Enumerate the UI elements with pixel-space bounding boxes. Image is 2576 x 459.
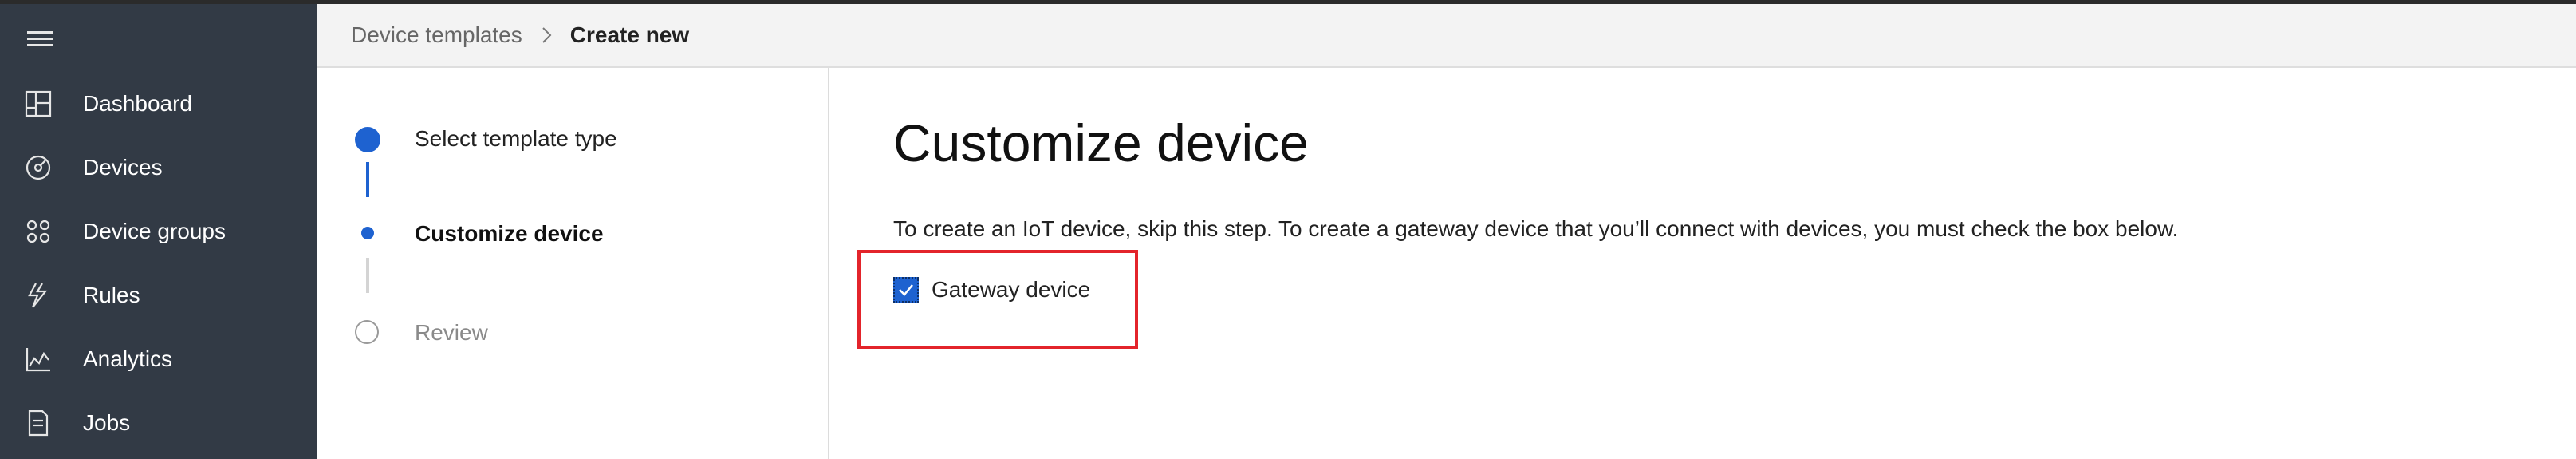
gateway-device-label[interactable]: Gateway device [932,277,1090,303]
step-connector [366,162,369,197]
jobs-icon [24,409,53,437]
step-description: To create an IoT device, skip this step.… [893,216,2179,241]
analytics-icon [24,345,53,374]
breadcrumb-device-templates-link[interactable]: Device templates [351,22,522,48]
sidebar-item-label: Rules [83,283,140,307]
hamburger-menu-icon[interactable] [27,28,53,49]
sidebar-item-label: Dashboard [83,91,192,116]
step-current-icon [361,227,374,239]
page-title: Customize device [893,113,1309,172]
devices-icon [24,153,53,182]
sidebar-item-dashboard[interactable]: Dashboard [0,76,317,132]
breadcrumb: Device templates Create new [317,4,2576,68]
step-select-template-type[interactable]: Select template type [415,126,617,152]
sidebar-item-rules[interactable]: Rules [0,267,317,323]
breadcrumb-current: Create new [569,22,690,47]
sidebar-item-device-groups[interactable]: Device groups [0,204,317,259]
main-content: Customize device To create an IoT device… [829,68,2576,459]
step-connector [366,258,369,293]
step-pending-icon [355,320,379,344]
wizard-stepper: Select template type Customize device Re… [317,68,829,459]
sidebar-item-label: Devices [83,155,163,180]
step-completed-icon [355,127,380,152]
sidebar-item-jobs[interactable]: Jobs [0,395,317,451]
step-customize-device[interactable]: Customize device [415,221,604,247]
rules-icon [24,281,53,310]
sidebar-item-analytics[interactable]: Analytics [0,331,317,387]
sidebar: Dashboard Devices Device groups Rules An… [0,4,317,459]
sidebar-item-label: Jobs [83,410,131,435]
checkmark-icon [899,284,913,296]
chevron-right-icon [537,26,556,45]
dashboard-icon [24,89,53,118]
device-groups-icon [24,217,53,246]
gateway-device-checkbox[interactable] [893,277,919,303]
step-review[interactable]: Review [415,320,488,346]
sidebar-item-label: Analytics [83,346,173,371]
sidebar-item-devices[interactable]: Devices [0,140,317,196]
sidebar-item-label: Device groups [83,219,226,243]
